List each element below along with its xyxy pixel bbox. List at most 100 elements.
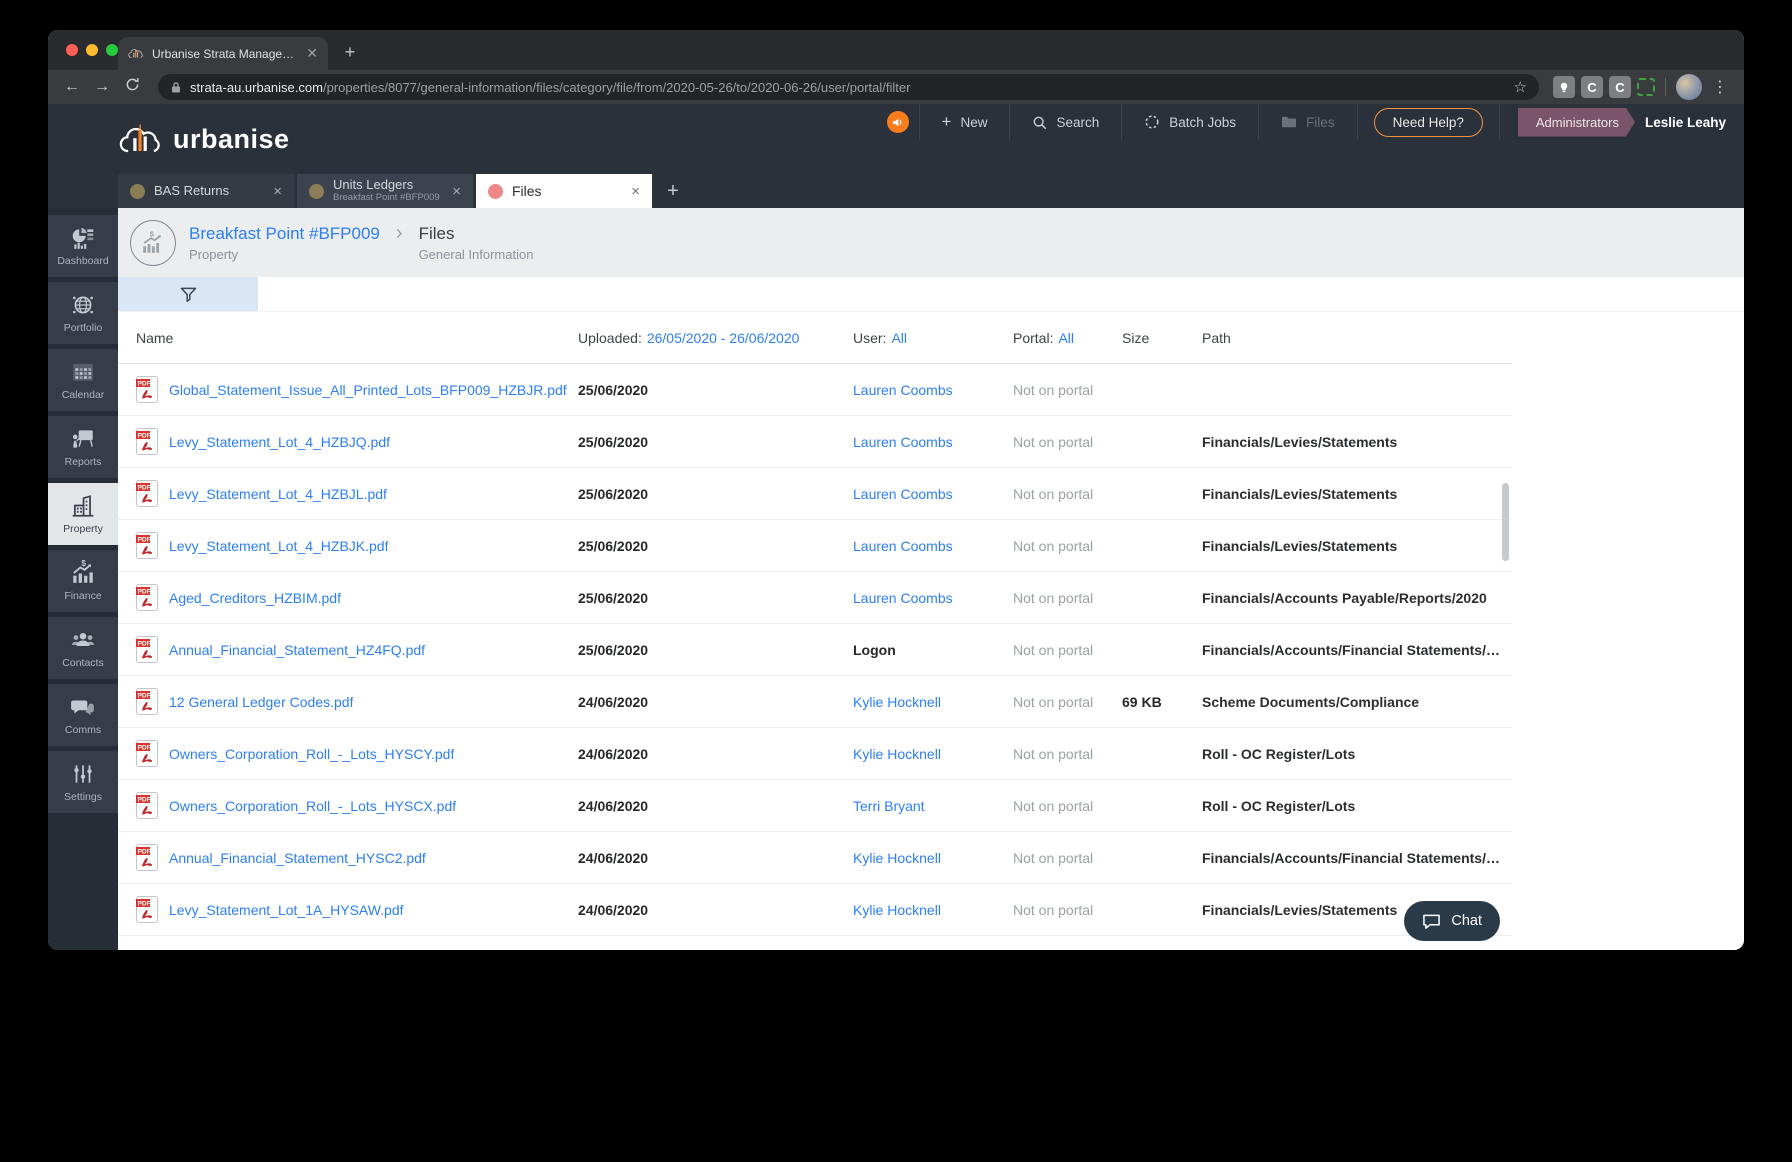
file-user-link[interactable]: Lauren Coombs <box>853 538 1013 554</box>
sidebar-item-label: Portfolio <box>63 322 103 334</box>
reload-icon[interactable] <box>120 77 144 97</box>
plus-icon: + <box>941 112 952 131</box>
tab-label: BAS Returns <box>154 183 230 198</box>
nav-batch-jobs-button[interactable]: Batch Jobs <box>1122 104 1258 140</box>
breadcrumb: $ Breakfast Point #BFP009 Property › Fil… <box>118 208 1744 277</box>
workspace-tab-files[interactable]: Files × <box>476 174 652 208</box>
filter-toggle[interactable] <box>118 277 258 311</box>
breadcrumb-section: Files General Information <box>419 224 534 262</box>
main-content: $ Breakfast Point #BFP009 Property › Fil… <box>118 208 1744 950</box>
pdf-icon: PDF <box>136 376 158 403</box>
file-user-link[interactable]: Kylie Hocknell <box>853 746 1013 762</box>
bookmark-star-icon[interactable]: ☆ <box>1514 78 1527 96</box>
uploaded-range-link[interactable]: 26/05/2020 - 26/06/2020 <box>647 330 800 346</box>
file-user-link[interactable]: Kylie Hocknell <box>853 850 1013 866</box>
file-name-link[interactable]: 12 General Ledger Codes.pdf <box>169 694 353 710</box>
close-window-button[interactable] <box>66 44 78 56</box>
nav-divider <box>1498 104 1500 140</box>
file-size: 69 KB <box>1122 693 1162 710</box>
top-navigation: + New Search Batch Jobs Files Need Help?… <box>883 104 1744 140</box>
file-date: 25/06/2020 <box>578 641 649 658</box>
file-user-link[interactable]: Kylie Hocknell <box>853 694 1013 710</box>
sidebar-item-contacts[interactable]: Contacts <box>48 617 118 679</box>
announcements-icon[interactable] <box>886 111 909 133</box>
file-name-link[interactable]: Levy_Statement_Lot_4_HZBJK.pdf <box>169 538 388 554</box>
minimize-window-button[interactable] <box>86 44 98 56</box>
browser-tab[interactable]: Urbanise Strata Management ✕ <box>118 37 328 70</box>
urbanise-logo[interactable]: urbanise <box>118 121 290 157</box>
back-icon[interactable]: ← <box>60 78 84 96</box>
user-filter-link[interactable]: All <box>891 330 907 346</box>
nav-search-button[interactable]: Search <box>1010 104 1121 140</box>
file-portal-status: Not on portal <box>1013 901 1094 918</box>
file-user-link[interactable]: Lauren Coombs <box>853 434 1013 450</box>
col-portal: Portal: All <box>1013 329 1075 346</box>
sidebar-item-label: Comms <box>64 724 102 736</box>
browser-menu-icon[interactable]: ⋮ <box>1708 77 1732 97</box>
browser-profile-avatar[interactable] <box>1676 74 1702 100</box>
file-name-link[interactable]: Global_Statement_Issue_All_Printed_Lots_… <box>169 382 567 398</box>
tab-label: Files <box>512 182 542 199</box>
file-name-link[interactable]: Owners_Corporation_Roll_-_Lots_HYSCY.pdf <box>169 746 454 762</box>
table-row: PDF Aged_Creditors_HZBIM.pdf 25/06/2020 … <box>118 572 1512 624</box>
portal-filter-link[interactable]: All <box>1058 330 1074 346</box>
section-subtitle: General Information <box>418 246 534 262</box>
svg-text:PDF: PDF <box>138 901 151 908</box>
file-name-link[interactable]: Levy_Statement_Lot_4_HZBJL.pdf <box>169 486 387 502</box>
tab-close-icon[interactable]: × <box>273 183 282 200</box>
search-icon <box>1032 115 1047 130</box>
file-user-link[interactable]: Terri Bryant <box>853 798 1013 814</box>
file-user-link[interactable]: Lauren Coombs <box>853 486 1013 502</box>
file-user-link[interactable]: Kylie Hocknell <box>853 902 1013 918</box>
col-name: Name <box>136 329 174 346</box>
nav-new-button[interactable]: + New <box>920 104 1010 140</box>
add-workspace-tab-button[interactable]: + <box>655 174 691 208</box>
file-name-link[interactable]: Levy_Statement_Lot_1A_HYSAW.pdf <box>169 902 404 918</box>
pdf-icon: PDF <box>136 688 158 715</box>
zoom-window-button[interactable] <box>106 44 118 56</box>
new-tab-button[interactable]: + <box>336 38 364 66</box>
sidebar-item-settings[interactable]: Settings <box>48 751 118 813</box>
sidebar-item-dashboard[interactable]: Dashboard <box>48 215 118 277</box>
forward-icon[interactable]: → <box>90 78 114 96</box>
need-help-button[interactable]: Need Help? <box>1373 107 1483 137</box>
sidebar-item-property[interactable]: Property <box>48 483 118 545</box>
property-link[interactable]: Breakfast Point #BFP009 <box>189 224 380 244</box>
table-row: PDF Annual_Financial_Statement_HYSC2.pdf… <box>118 832 1512 884</box>
file-name-link[interactable]: Annual_Financial_Statement_HZ4FQ.pdf <box>169 642 425 658</box>
screen-capture-icon[interactable] <box>1637 78 1655 96</box>
svg-text:PDF: PDF <box>138 381 151 388</box>
workspace-tab-bas-returns[interactable]: BAS Returns × <box>118 174 294 208</box>
chat-button[interactable]: Chat <box>1404 901 1500 941</box>
file-user-link[interactable]: Lauren Coombs <box>853 382 1013 398</box>
pdf-icon: PDF <box>136 584 158 611</box>
extension-lightbulb-icon[interactable] <box>1553 76 1575 98</box>
extension-c-icon[interactable]: C <box>1581 76 1603 98</box>
table-scrollbar[interactable] <box>1502 483 1509 561</box>
sidebar-item-finance[interactable]: $ Finance <box>48 550 118 612</box>
sidebar-item-portfolio[interactable]: Portfolio <box>48 282 118 344</box>
sidebar-item-calendar[interactable]: Calendar <box>48 349 118 411</box>
file-name-link[interactable]: Aged_Creditors_HZBIM.pdf <box>169 590 341 606</box>
sidebar-item-reports[interactable]: Reports <box>48 416 118 478</box>
workspace-tab-units-ledgers[interactable]: Units Ledgers Breakfast Point #BFP009 × <box>297 174 473 208</box>
sidebar-item-comms[interactable]: Comms <box>48 684 118 746</box>
svg-text:$: $ <box>81 560 86 568</box>
tab-close-icon[interactable]: ✕ <box>306 45 318 62</box>
file-user-link[interactable]: Lauren Coombs <box>853 590 1013 606</box>
tab-close-icon[interactable]: × <box>452 183 461 200</box>
tab-close-icon[interactable]: × <box>631 183 640 200</box>
svg-text:$: $ <box>150 230 155 239</box>
user-menu[interactable]: Leslie Leahy <box>1645 115 1726 130</box>
pdf-icon: PDF <box>136 532 158 559</box>
file-name-link[interactable]: Owners_Corporation_Roll_-_Lots_HYSCX.pdf <box>169 798 456 814</box>
table-row: PDF Levy_Statement_Lot_1A_HYSAW.pdf 24/0… <box>118 884 1512 936</box>
url-bar[interactable]: strata-au.urbanise.com/properties/8077/g… <box>158 74 1539 100</box>
toolbar-divider <box>1665 78 1666 96</box>
svg-text:PDF: PDF <box>138 433 151 440</box>
file-name-link[interactable]: Levy_Statement_Lot_4_HZBJQ.pdf <box>169 434 390 450</box>
sidebar-item-label: Property <box>63 523 103 535</box>
file-name-link[interactable]: Annual_Financial_Statement_HYSC2.pdf <box>169 850 426 866</box>
extension-c2-icon[interactable]: C <box>1609 76 1631 98</box>
file-date: 24/06/2020 <box>578 693 649 710</box>
